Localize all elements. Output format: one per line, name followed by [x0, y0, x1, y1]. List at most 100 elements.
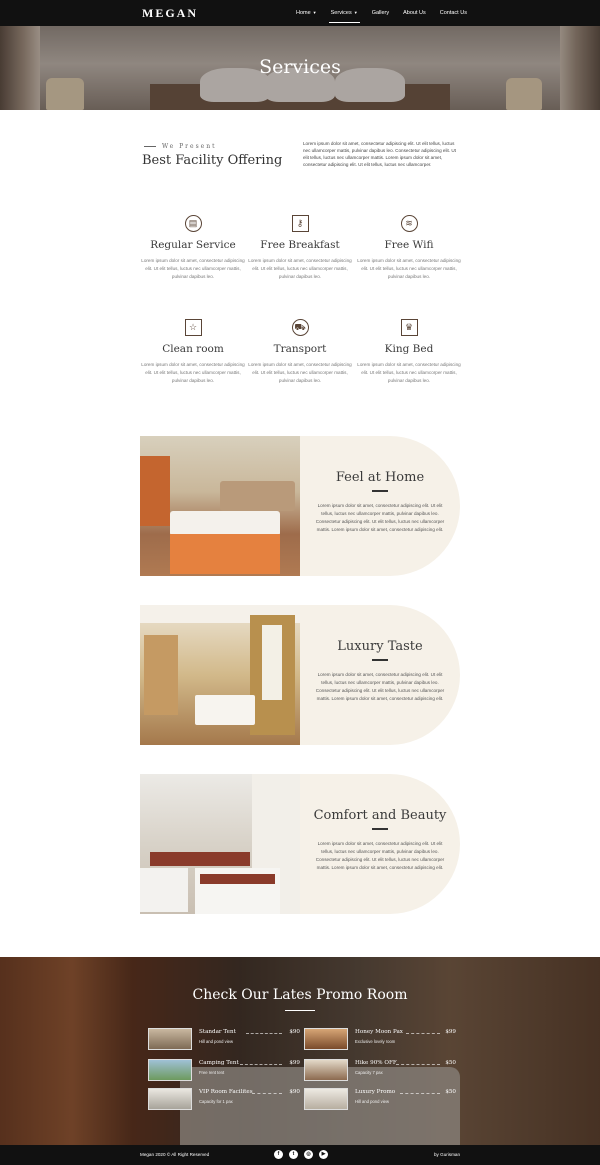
intro-heading: Best Facility Offering [142, 153, 283, 168]
promo-item-price: $99 [445, 1029, 456, 1035]
promo-title: Check Our Lates Promo Room [192, 987, 408, 1003]
promo-item[interactable]: Honey Moon Pax $99 Exclusive lovely room [304, 1028, 456, 1050]
nav-item-gallery[interactable]: Gallery [372, 0, 389, 26]
facility-text: Lorem ipsum dolor sit amet, consectetur … [357, 258, 461, 279]
facility-title: Transport [273, 343, 327, 355]
facility-title: Free Breakfast [260, 239, 340, 251]
feature-block: Comfort and Beauty Lorem ipsum dolor sit… [140, 774, 460, 914]
promo-dashline [406, 1033, 440, 1034]
feature-block: Luxury Taste Lorem ipsum dolor sit amet,… [140, 605, 460, 745]
promo-item-subtitle: Capacity for 1 pax [199, 1099, 233, 1104]
promo-item-subtitle: Exclusive lovely room [355, 1039, 396, 1044]
promo-item[interactable]: VIP Room Facilites $90 Capacity for 1 pa… [148, 1088, 300, 1110]
promo-item[interactable]: Hike 90% OFF $50 Capacity 7 pax [304, 1059, 456, 1081]
photo-window [262, 625, 282, 700]
feature-block: Feel at Home Lorem ipsum dolor sit amet,… [140, 436, 460, 576]
youtube-icon[interactable]: ▶ [319, 1150, 328, 1159]
feature-divider [372, 828, 388, 830]
facility-title: Regular Service [150, 239, 236, 251]
key-icon: ⚷ [291, 215, 309, 232]
facility-title: Free Wifi [384, 239, 434, 251]
brand-logo[interactable]: MEGAN [142, 6, 198, 21]
promo-item-price: $99 [289, 1060, 300, 1066]
facility-card: ≋ Free Wifi Lorem ipsum dolor sit amet, … [354, 215, 464, 281]
feature-title: Luxury Taste [337, 639, 423, 654]
promo-dashline [400, 1093, 440, 1094]
facility-text: Lorem ipsum dolor sit amet, consectetur … [141, 362, 245, 383]
promo-item-price: $90 [289, 1089, 300, 1095]
nav-label: Contact Us [439, 10, 467, 16]
promo-thumbnail [148, 1088, 192, 1110]
hero-banner: Services [0, 26, 600, 110]
facility-text: Lorem ipsum dolor sit amet, consectetur … [141, 258, 245, 279]
nav-item-home[interactable]: Home ▼ [296, 0, 317, 26]
promo-item-subtitle: Free rent tent [199, 1070, 225, 1075]
promo-thumbnail [304, 1059, 348, 1081]
chevron-down-icon: ▼ [353, 10, 358, 15]
nav-label: Services [330, 10, 352, 16]
facility-text: Lorem ipsum dolor sit amet, consectetur … [248, 362, 352, 383]
nav-item-contact[interactable]: Contact Us [440, 0, 467, 26]
photo-headboard [220, 481, 295, 511]
feature-title: Comfort and Beauty [313, 808, 447, 823]
promo-item-name: Hike 90% OFF [355, 1060, 397, 1066]
eyebrow-text: We Present [162, 143, 217, 150]
facility-card: ☆ Clean room Lorem ipsum dolor sit amet,… [138, 319, 248, 385]
nav-label: About Us [403, 10, 426, 16]
photo-bed-runner [200, 874, 275, 884]
door-icon: ▤ [184, 215, 202, 232]
promo-item-price: $90 [289, 1029, 300, 1035]
photo-bed [170, 511, 280, 536]
facility-card: ▤ Regular Service Lorem ipsum dolor sit … [138, 215, 248, 281]
photo-bed-left [140, 868, 188, 912]
nav-item-services[interactable]: Services ▼ [328, 0, 360, 26]
facility-card: ⚷ Free Breakfast Lorem ipsum dolor sit a… [245, 215, 355, 281]
promo-item-subtitle: Hill and pond view [199, 1039, 233, 1044]
feature-panel: Luxury Taste Lorem ipsum dolor sit amet,… [300, 605, 460, 745]
instagram-icon[interactable]: ◎ [304, 1150, 313, 1159]
top-navbar: MEGAN Home ▼ Services ▼ Gallery About Us C… [0, 0, 600, 26]
nav-label: Gallery [371, 10, 390, 16]
promo-item[interactable]: Camping Tent $99 Free rent tent [148, 1059, 300, 1081]
promo-thumbnail [148, 1028, 192, 1050]
promo-item-price: $50 [445, 1060, 456, 1066]
promo-item-name: Luxury Promo [355, 1089, 396, 1095]
feature-divider [372, 659, 388, 661]
nav-item-about[interactable]: About Us [403, 0, 426, 26]
feature-text: Lorem ipsum dolor sit amet, consectetur … [315, 502, 445, 532]
promo-dashline [246, 1033, 282, 1034]
main-menu: Home ▼ Services ▼ Gallery About Us Contact… [296, 0, 481, 26]
chevron-down-icon: ▼ [312, 10, 317, 15]
intro-paragraph: Lorem ipsum dolor sit amet, consectetur … [303, 141, 456, 167]
intro-eyebrow: We Present [144, 143, 217, 150]
star-icon: ☆ [184, 319, 202, 336]
feature-title: Feel at Home [335, 470, 425, 485]
facebook-icon[interactable]: f [274, 1150, 283, 1159]
promo-item[interactable]: Luxury Promo $50 Hill and pond view [304, 1088, 456, 1110]
eyebrow-line [144, 146, 156, 147]
photo-bed [195, 695, 255, 725]
nav-label: Home [296, 10, 311, 16]
promo-dashline [252, 1093, 282, 1094]
photo-bedspread [170, 534, 280, 574]
promo-dashline [396, 1064, 440, 1065]
crown-icon: ♛ [400, 319, 418, 336]
promo-thumbnail [148, 1059, 192, 1081]
promo-item-price: $50 [445, 1089, 456, 1095]
room-photo [140, 605, 300, 745]
facility-card: ⛟ Transport Lorem ipsum dolor sit amet, … [245, 319, 355, 385]
promo-thumbnail [304, 1028, 348, 1050]
twitter-icon[interactable]: t [289, 1150, 298, 1159]
photo-headboard [150, 852, 250, 866]
facility-title: Clean room [162, 343, 224, 355]
social-links: f t ◎ ▶ [274, 1150, 334, 1159]
promo-overlay [0, 957, 600, 1145]
facility-card: ♛ King Bed Lorem ipsum dolor sit amet, c… [354, 319, 464, 385]
promo-item[interactable]: Standar Tent $90 Hill and pond view [148, 1028, 300, 1050]
promo-item-name: Camping Tent [199, 1060, 239, 1066]
footer: Megan 2020 © All Right Reserved f t ◎ ▶ … [0, 1145, 600, 1165]
promo-item-name: Honey Moon Pax [355, 1029, 403, 1035]
promo-item-subtitle: Capacity 7 pax [355, 1070, 383, 1075]
promo-item-name: Standar Tent [199, 1029, 236, 1035]
facility-title: King Bed [384, 343, 434, 355]
